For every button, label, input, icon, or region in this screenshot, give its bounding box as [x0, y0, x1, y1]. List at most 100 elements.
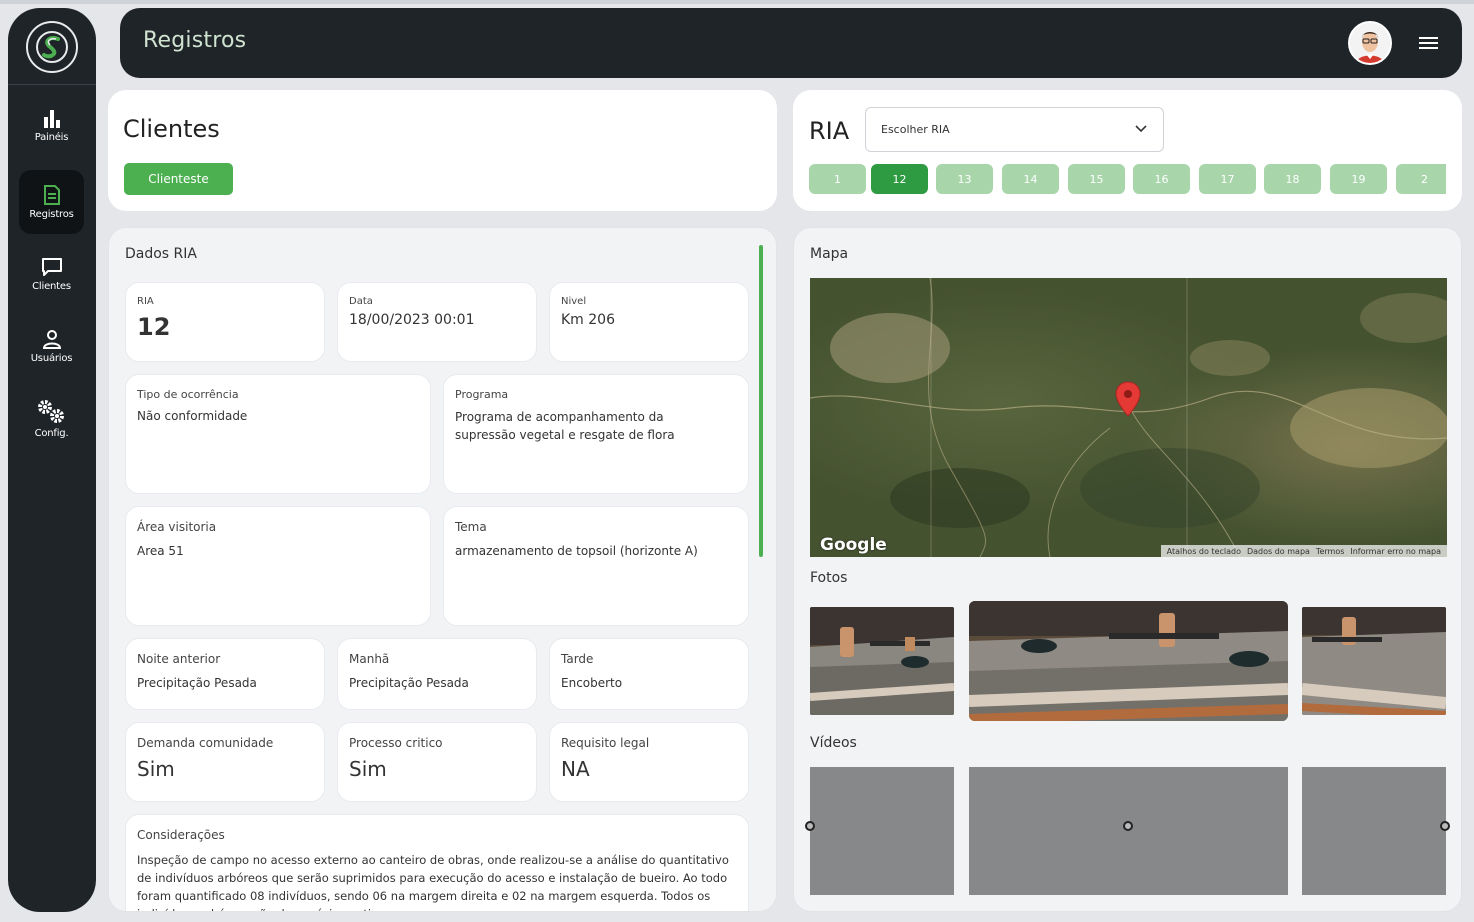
user-avatar[interactable] — [1348, 21, 1392, 65]
video-thumbnail[interactable] — [805, 767, 954, 895]
field-label: RIA — [137, 296, 154, 307]
field-value: Area 51 — [137, 544, 184, 558]
document-icon — [43, 184, 60, 205]
app-logo[interactable] — [26, 21, 78, 73]
sidebar-item-usuarios[interactable]: Usuários — [19, 314, 84, 378]
video-thumbnail[interactable] — [1302, 767, 1450, 895]
panel-scrollbar[interactable] — [759, 245, 763, 557]
field-label: Manhã — [349, 652, 390, 666]
field-value: Sim — [349, 757, 387, 781]
video-thumbnail[interactable] — [969, 767, 1288, 895]
field-label: Tipo de ocorrência — [137, 388, 239, 401]
ria-pagination: 1 12 13 14 15 16 17 18 19 2 — [809, 164, 1446, 194]
map-title: Mapa — [810, 246, 849, 262]
sidebar-item-config[interactable]: Config. — [19, 386, 84, 450]
field-label: Tema — [455, 520, 487, 534]
field-label: Considerações — [137, 828, 225, 842]
map-footer-link[interactable]: Informar erro no mapa — [1350, 547, 1441, 556]
map-footer-link[interactable]: Atalhos do teclado — [1167, 547, 1241, 556]
field-label: Noite anterior — [137, 652, 221, 666]
field-value: Programa de acompanhamento da supressão … — [455, 410, 675, 442]
sidebar-item-paineis[interactable]: Painéis — [19, 94, 84, 158]
ria-page-button[interactable]: 16 — [1133, 164, 1190, 194]
field-label: Requisito legal — [561, 736, 650, 750]
ria-page-button[interactable]: 18 — [1264, 164, 1321, 194]
field-value: Não conformidade — [137, 409, 248, 423]
field-noite-anterior: Noite anterior Precipitação Pesada — [125, 638, 325, 710]
field-value: 18/00/2023 00:01 — [349, 312, 475, 328]
videos-title: Vídeos — [810, 735, 857, 751]
ria-select[interactable]: Escolher RIA — [865, 107, 1164, 152]
field-tema: Tema armazenamento de topsoil (horizonte… — [443, 506, 749, 626]
field-tipo-ocorrencia: Tipo de ocorrência Não conformidade — [125, 374, 431, 494]
field-value: Precipitação Pesada — [137, 676, 257, 690]
field-label: Programa — [455, 388, 509, 401]
play-icon[interactable] — [805, 821, 815, 831]
media-panel: Mapa Google Atalhos do teclado Dados do … — [793, 227, 1462, 912]
field-label: Data — [349, 296, 373, 307]
map-footer: Atalhos do teclado Dados do mapa Termos … — [1160, 545, 1447, 557]
map-brand: Google — [820, 535, 887, 555]
user-icon — [42, 329, 61, 349]
menu-icon — [1419, 37, 1438, 49]
concrete-work-photo — [810, 607, 954, 715]
field-value: Inspeção de campo no acesso externo ao c… — [137, 853, 729, 911]
hamburger-menu-button[interactable] — [1418, 33, 1440, 53]
photo-thumbnail[interactable] — [969, 601, 1288, 721]
ria-page-button[interactable]: 15 — [1068, 164, 1125, 194]
ria-page-button[interactable]: 2 — [1396, 164, 1446, 194]
field-value: armazenamento de topsoil (horizonte A) — [455, 544, 698, 558]
window-top-edge — [0, 0, 1474, 4]
clientes-card: Clientes Clienteste — [108, 90, 777, 211]
location-pin-icon[interactable] — [1115, 381, 1141, 417]
field-ria: RIA 12 — [125, 282, 325, 362]
satellite-map[interactable]: Google Atalhos do teclado Dados do mapa … — [810, 278, 1447, 557]
photo-thumbnail[interactable] — [1302, 607, 1446, 715]
sidebar-item-registros[interactable]: Registros — [19, 170, 84, 234]
photos-title: Fotos — [810, 570, 848, 586]
avatar-image — [1350, 23, 1390, 63]
sidebar-item-clientes[interactable]: Clientes — [19, 242, 84, 306]
chat-icon — [41, 257, 62, 276]
chevron-down-icon — [1135, 125, 1147, 133]
dados-ria-title: Dados RIA — [125, 246, 197, 262]
sidebar-divider — [8, 84, 96, 85]
map-imagery — [810, 278, 1447, 557]
ria-page-button[interactable]: 12 — [871, 164, 928, 194]
ria-page-button[interactable]: 17 — [1199, 164, 1256, 194]
field-tarde: Tarde Encoberto — [549, 638, 749, 710]
field-demanda-comunidade: Demanda comunidade Sim — [125, 722, 325, 802]
play-icon[interactable] — [1440, 821, 1450, 831]
clientes-title: Clientes — [123, 115, 220, 143]
field-value: Km 206 — [561, 312, 615, 328]
ria-page-button[interactable]: 19 — [1330, 164, 1387, 194]
sidebar-item-label: Painéis — [34, 131, 69, 143]
sidebar-item-label: Registros — [29, 208, 74, 220]
field-label: Processo critico — [349, 736, 443, 750]
play-icon[interactable] — [1123, 821, 1133, 831]
sidebar-item-label: Clientes — [32, 280, 71, 292]
map-footer-link[interactable]: Dados do mapa — [1247, 547, 1310, 556]
field-area-visitoria: Área visitoria Area 51 — [125, 506, 431, 626]
bar-chart-icon — [43, 109, 60, 128]
photo-thumbnail[interactable] — [810, 607, 954, 715]
field-value: NA — [561, 757, 590, 781]
field-nivel: Nivel Km 206 — [549, 282, 749, 362]
field-value: Precipitação Pesada — [349, 676, 469, 690]
field-value: 12 — [137, 313, 171, 341]
ria-page-button[interactable]: 14 — [1002, 164, 1059, 194]
cliente-button[interactable]: Clienteste — [124, 163, 233, 195]
concrete-work-photo — [1302, 607, 1446, 715]
ria-page-button[interactable]: 1 — [809, 164, 866, 194]
field-label: Demanda comunidade — [137, 736, 274, 750]
sidebar-item-label: Config. — [34, 427, 69, 439]
page-title: Registros — [143, 28, 247, 53]
field-data: Data 18/00/2023 00:01 — [337, 282, 537, 362]
field-value: Encoberto — [561, 676, 623, 690]
ria-title: RIA — [809, 117, 850, 145]
logo-icon — [36, 31, 68, 63]
map-footer-link[interactable]: Termos — [1316, 547, 1344, 556]
ria-page-button[interactable]: 13 — [936, 164, 993, 194]
sidebar-item-label: Usuários — [30, 352, 73, 364]
ria-select-placeholder: Escolher RIA — [881, 123, 950, 136]
